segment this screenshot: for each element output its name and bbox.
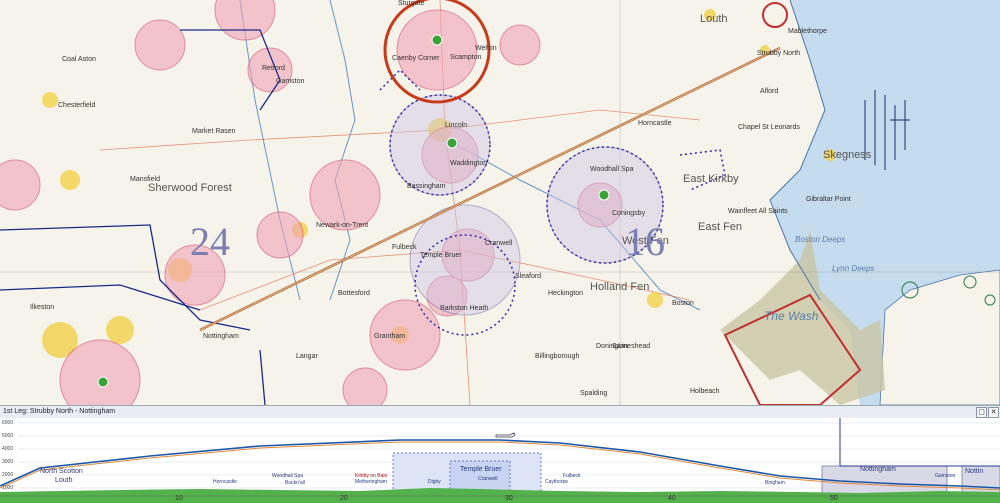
- place-label: Holbeach: [690, 388, 720, 395]
- place-label: Retford: [262, 65, 285, 72]
- place-label: Lincoln: [445, 122, 468, 129]
- place-label: Temple Bruer: [420, 252, 462, 259]
- place-label: Gibraltar Point: [806, 196, 851, 203]
- place-label: Chesterfield: [58, 102, 96, 109]
- y-tick: 2000: [2, 472, 14, 478]
- profile-label: Temple Bruer: [460, 466, 502, 473]
- place-label: Langar: [296, 353, 318, 360]
- place-label: Donington: [596, 343, 628, 350]
- profile-label: Cranwell: [478, 476, 498, 482]
- profile-label: Nottin: [965, 468, 984, 475]
- profile-title: 1st Leg: Strubby North - Nottingham: [3, 408, 116, 415]
- place-label: Market Rasen: [192, 128, 236, 135]
- place-label: Louth: [700, 13, 728, 25]
- place-label: Scampton: [450, 54, 482, 61]
- x-tick: 50: [830, 495, 838, 502]
- place-label: Gamston: [276, 78, 305, 85]
- close-button[interactable]: ✕: [988, 407, 999, 418]
- profile-label: Bingham: [765, 480, 785, 486]
- place-label: Bottesford: [338, 290, 370, 297]
- place-label: Mansfield: [130, 176, 160, 183]
- place-label: Nottingham: [203, 333, 239, 340]
- dock-button[interactable]: ▢: [976, 407, 987, 418]
- place-label: Boston: [672, 300, 694, 307]
- place-label: Spalding: [580, 390, 608, 397]
- place-label: Newark-on-Trent: [316, 222, 369, 229]
- place-label: Heckington: [548, 290, 584, 297]
- sea-label: Lynn Deeps: [832, 264, 875, 273]
- place-label: Caenby Corner: [392, 55, 440, 62]
- y-tick: 1000: [2, 485, 14, 491]
- place-label: Cranwell: [485, 240, 513, 247]
- place-label: Woodhall Spa: [590, 166, 634, 173]
- place-label: Welton: [475, 45, 497, 52]
- area-label: Holland Fen: [590, 281, 650, 293]
- place-label: Horncastle: [638, 120, 672, 127]
- profile-label: Digby: [428, 479, 441, 485]
- profile-graph: [0, 418, 1000, 503]
- profile-label: Buckn'all: [285, 480, 305, 486]
- profile-label: Nottingham: [860, 466, 896, 473]
- place-label: Sherwood Forest: [148, 182, 232, 194]
- place-label: East Kirkby: [683, 173, 739, 185]
- place-label: Grantham: [374, 333, 406, 340]
- x-tick: 40: [668, 495, 676, 502]
- place-label: Barkston Heath: [440, 305, 489, 312]
- place-label: Coningsby: [612, 210, 646, 217]
- area-label: East Fen: [698, 221, 743, 233]
- place-label: Alford: [760, 88, 779, 95]
- place-label: Waddington: [450, 160, 488, 167]
- sea-label: The Wash: [764, 309, 819, 323]
- profile-label: Woodhall Spa: [272, 473, 304, 479]
- profile-label: North Scotton: [40, 468, 83, 475]
- place-label: Billingborough: [535, 353, 580, 360]
- place-label: Wainfleet All Saints: [728, 208, 788, 215]
- place-label: Ilkeston: [30, 304, 55, 311]
- place-label: Sleaford: [515, 273, 542, 280]
- x-tick: 30: [505, 495, 513, 502]
- y-tick: 5000: [2, 433, 14, 439]
- place-label: Mablethorpe: [788, 28, 827, 35]
- place-label: Strubby North: [757, 50, 801, 57]
- place-label: Skegness: [823, 149, 872, 161]
- sector-number: 16: [625, 219, 665, 264]
- y-tick: 4000: [2, 446, 14, 452]
- y-tick: 6000: [2, 420, 14, 426]
- place-label: Sturgate: [398, 0, 425, 7]
- profile-label: Caythorpe: [545, 479, 569, 485]
- place-label: Bassingham: [407, 183, 446, 190]
- profile-label: Horncastle: [213, 479, 237, 485]
- vertical-profile-panel[interactable]: 1st Leg: Strubby North - Nottingham ▢ ✕ …: [0, 405, 1000, 503]
- place-label: Fulbeck: [392, 244, 417, 251]
- x-tick: 20: [340, 495, 348, 502]
- place-label: Coal Aston: [62, 56, 96, 63]
- profile-label: Louth: [55, 477, 73, 484]
- map-canvas[interactable]: Sturgate Caenby Corner Scampton Welton L…: [0, 0, 1000, 405]
- sea-label: Boston Deeps: [795, 235, 846, 244]
- profile-label: Gamston: [935, 473, 956, 479]
- x-tick: 10: [175, 495, 183, 502]
- profile-label: Fulbeck: [563, 473, 581, 479]
- place-label: Chapel St Leonards: [738, 124, 800, 131]
- sector-number: 24: [190, 219, 230, 264]
- y-tick: 3000: [2, 459, 14, 465]
- profile-label: Metheringham: [355, 479, 387, 485]
